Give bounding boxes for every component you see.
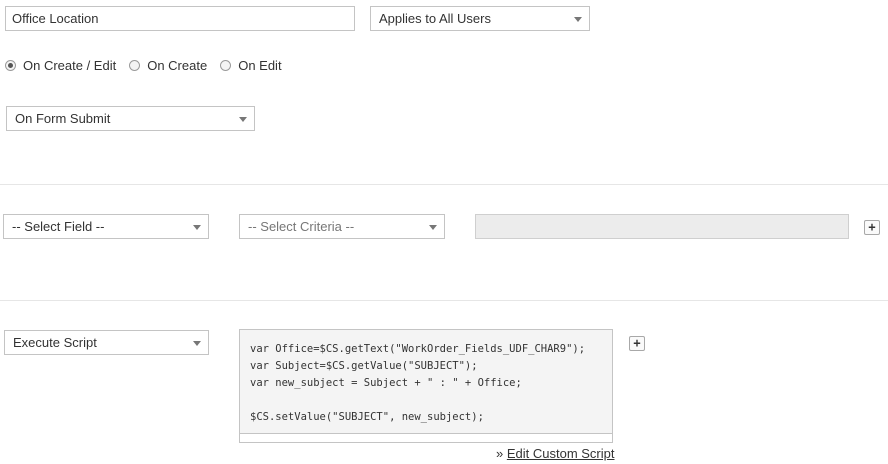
chevron-down-icon bbox=[574, 17, 582, 22]
editor-footer bbox=[240, 433, 612, 442]
applies-to-value: Applies to All Users bbox=[379, 11, 491, 26]
action-select[interactable]: Execute Script bbox=[4, 330, 209, 355]
edit-script-line: » Edit Custom Script bbox=[496, 446, 615, 461]
select-criteria-value: -- Select Criteria -- bbox=[248, 219, 355, 234]
radio-on-create-edit[interactable]: On Create / Edit bbox=[5, 58, 116, 73]
action-select-value: Execute Script bbox=[13, 335, 97, 350]
section-divider bbox=[0, 184, 888, 185]
select-field-dropdown[interactable]: -- Select Field -- bbox=[3, 214, 209, 239]
edit-custom-script-link[interactable]: Edit Custom Script bbox=[507, 446, 615, 461]
radio-label: On Edit bbox=[238, 58, 282, 73]
event-select[interactable]: On Form Submit bbox=[6, 106, 255, 131]
select-field-value: -- Select Field -- bbox=[12, 219, 105, 234]
select-criteria-dropdown[interactable]: -- Select Criteria -- bbox=[239, 214, 445, 239]
section-divider bbox=[0, 300, 888, 301]
criteria-value-input bbox=[475, 214, 849, 239]
custom-script-editor[interactable]: var Office=$CS.getText("WorkOrder_Fields… bbox=[239, 329, 613, 443]
custom-script-code: var Office=$CS.getText("WorkOrder_Fields… bbox=[250, 343, 586, 423]
plus-icon: + bbox=[868, 220, 876, 234]
chevron-down-icon bbox=[193, 225, 201, 230]
chevron-down-icon bbox=[429, 225, 437, 230]
radio-on-edit[interactable]: On Edit bbox=[220, 58, 282, 73]
chevron-down-icon bbox=[239, 117, 247, 122]
radio-unchecked-icon bbox=[220, 60, 232, 71]
radio-on-create[interactable]: On Create bbox=[129, 58, 207, 73]
radio-label: On Create / Edit bbox=[23, 58, 117, 73]
radio-checked-icon bbox=[5, 60, 16, 71]
chevron-down-icon bbox=[193, 341, 201, 346]
edit-script-prefix: » bbox=[496, 446, 507, 461]
event-select-value: On Form Submit bbox=[15, 111, 111, 126]
plus-icon: + bbox=[633, 336, 641, 350]
trigger-radio-group: On Create / Edit On Create On Edit bbox=[5, 58, 295, 73]
radio-unchecked-icon bbox=[129, 60, 141, 71]
radio-label: On Create bbox=[147, 58, 208, 73]
field-name-input[interactable]: Office Location bbox=[5, 6, 355, 31]
add-criteria-button[interactable]: + bbox=[864, 220, 880, 235]
add-action-button[interactable]: + bbox=[629, 336, 645, 351]
applies-to-select[interactable]: Applies to All Users bbox=[370, 6, 590, 31]
